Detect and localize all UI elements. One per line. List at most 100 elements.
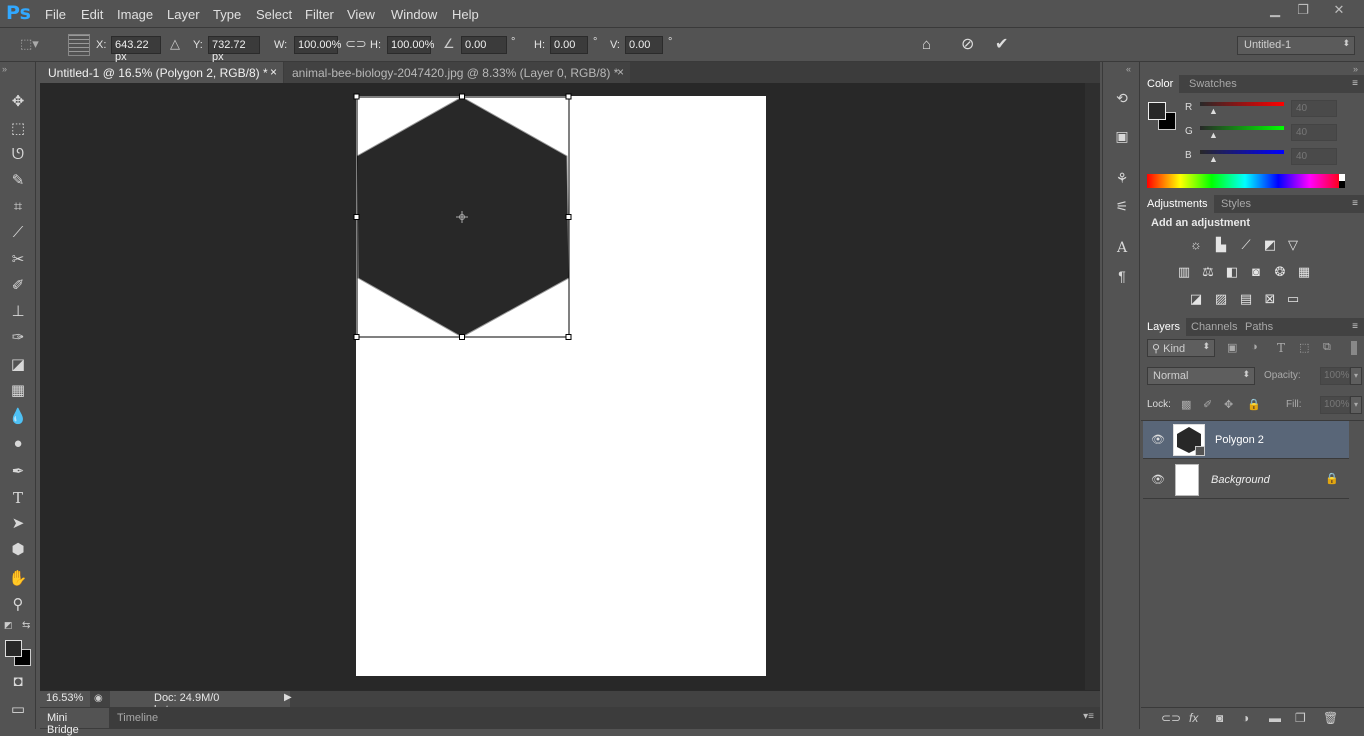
eyedropper-tool-icon[interactable]: ⟋ xyxy=(8,223,28,243)
healing-brush-tool-icon[interactable]: ✂ xyxy=(8,250,28,270)
workspace-select[interactable]: Untitled-1 ⬍ xyxy=(1237,36,1355,55)
color-spectrum-bar[interactable] xyxy=(1147,174,1343,188)
posterize-icon[interactable]: ▨ xyxy=(1212,291,1230,307)
vertical-scrollbar[interactable] xyxy=(1085,83,1100,690)
warp-icon[interactable]: ⌂ xyxy=(922,36,931,53)
menu-layer[interactable]: Layer xyxy=(167,7,200,22)
type-tool-icon[interactable]: T xyxy=(8,488,28,508)
lasso-tool-icon[interactable]: ᘎ xyxy=(8,145,28,165)
screen-mode-icon[interactable]: ▭ xyxy=(8,700,28,720)
exposure-icon[interactable]: ◩ xyxy=(1261,237,1279,253)
vibrance-icon[interactable]: ▽ xyxy=(1284,237,1302,253)
gradient-tool-icon[interactable]: ▦ xyxy=(8,381,28,401)
spectrum-white-swatch[interactable] xyxy=(1339,174,1345,181)
tab-swatches[interactable]: Swatches xyxy=(1183,75,1243,93)
move-tool-icon[interactable]: ✥ xyxy=(8,92,28,112)
pen-tool-icon[interactable]: ✒ xyxy=(8,462,28,482)
tab-styles[interactable]: Styles xyxy=(1215,195,1257,213)
restore-icon[interactable]: ❐ xyxy=(1290,2,1316,18)
brush-presets-panel-icon[interactable]: ⚘ xyxy=(1113,170,1131,188)
swap-colors-icon[interactable]: ⇆ xyxy=(22,620,30,631)
canvas-area[interactable] xyxy=(40,83,1085,690)
zoom-tool-icon[interactable]: ⚲ xyxy=(8,595,28,615)
menu-type[interactable]: Type xyxy=(213,7,241,22)
threshold-icon[interactable]: ▤ xyxy=(1237,291,1255,307)
close-tab-icon[interactable]: × xyxy=(617,65,624,79)
color-panel-menu-icon[interactable]: ≡ xyxy=(1352,78,1358,89)
history-panel-icon[interactable]: ⟲ xyxy=(1113,90,1131,108)
tab-layers[interactable]: Layers xyxy=(1141,318,1187,336)
lock-all-icon[interactable]: 🔒 xyxy=(1247,398,1261,411)
gradient-map-icon[interactable]: ▭ xyxy=(1284,291,1302,307)
zoom-level[interactable]: 16.53% xyxy=(40,691,90,707)
layer-style-icon[interactable]: fx xyxy=(1189,711,1198,725)
fill-dropdown-icon[interactable]: ▾ xyxy=(1350,396,1362,414)
tab-timeline[interactable]: Timeline xyxy=(110,708,165,728)
layer-row-background[interactable]: 👁 Background 🔒 xyxy=(1143,461,1349,499)
cancel-transform-icon[interactable]: ⊘ xyxy=(961,34,974,54)
close-icon[interactable]: ✕ xyxy=(1325,2,1353,18)
layer-visibility-eye-icon[interactable]: 👁 xyxy=(1151,473,1165,486)
opacity-dropdown-icon[interactable]: ▾ xyxy=(1350,367,1362,385)
layer-visibility-eye-icon[interactable]: 👁 xyxy=(1151,433,1165,446)
filter-adjustment-icon[interactable]: ◑ xyxy=(1251,341,1258,353)
lock-position-icon[interactable]: ✥ xyxy=(1224,398,1233,411)
filter-toggle[interactable] xyxy=(1351,341,1357,355)
foreground-color-swatch[interactable] xyxy=(5,640,22,657)
invert-icon[interactable]: ◪ xyxy=(1187,291,1205,307)
lock-transparent-icon[interactable]: ▩ xyxy=(1181,398,1191,411)
paragraph-panel-icon[interactable]: ¶ xyxy=(1113,268,1131,286)
menu-select[interactable]: Select xyxy=(256,7,292,22)
levels-icon[interactable]: ▙ xyxy=(1212,237,1230,253)
crop-tool-icon[interactable]: ⌗ xyxy=(8,197,28,217)
tab-animal-bee-biology[interactable]: animal-bee-biology-2047420.jpg @ 8.33% (… xyxy=(284,62,630,83)
clone-stamp-tool-icon[interactable]: ⊥ xyxy=(8,302,28,322)
tab-mini-bridge[interactable]: Mini Bridge xyxy=(40,708,109,736)
color-foreground-swatch[interactable] xyxy=(1148,102,1166,120)
expand-panels-icon[interactable]: « xyxy=(1126,64,1131,74)
add-mask-icon[interactable]: ◙ xyxy=(1216,711,1223,725)
path-selection-tool-icon[interactable]: ➤ xyxy=(8,514,28,534)
link-layers-icon[interactable]: ⊂⊃ xyxy=(1161,711,1181,725)
h-skew-field[interactable]: 0.00 xyxy=(550,36,588,54)
quick-selection-tool-icon[interactable]: ✎ xyxy=(8,171,28,191)
y-field[interactable]: 732.72 px xyxy=(208,36,260,63)
menu-window[interactable]: Window xyxy=(391,7,437,22)
character-panel-icon[interactable]: A xyxy=(1113,240,1131,258)
brush-tool-icon[interactable]: ✐ xyxy=(8,276,28,296)
curves-icon[interactable]: ⟋ xyxy=(1237,237,1255,253)
status-menu-arrow-icon[interactable]: ▶ xyxy=(284,692,292,703)
w-field[interactable]: 100.00% xyxy=(294,36,341,54)
minimize-icon[interactable]: ▁ xyxy=(1262,2,1288,18)
tab-channels[interactable]: Channels xyxy=(1185,318,1243,336)
move-tool-preset-icon[interactable]: ⬚▾ xyxy=(20,36,42,54)
hue-saturation-icon[interactable]: ▥ xyxy=(1175,264,1193,280)
color-balance-icon[interactable]: ⚖ xyxy=(1199,264,1217,280)
menu-view[interactable]: View xyxy=(347,7,375,22)
tab-adjustments[interactable]: Adjustments xyxy=(1141,195,1214,213)
h-field[interactable]: 100.00% xyxy=(387,36,434,54)
tab-untitled-1[interactable]: Untitled-1 @ 16.5% (Polygon 2, RGB/8) * … xyxy=(40,62,283,83)
b-value-field[interactable]: 40 xyxy=(1291,148,1337,165)
reference-point-icon[interactable] xyxy=(68,34,90,56)
panel-menu-icon[interactable]: ▾≡ xyxy=(1083,711,1094,722)
g-slider-handle-icon[interactable]: ▲ xyxy=(1209,130,1218,140)
brush-panel-icon[interactable]: ⚟ xyxy=(1113,198,1131,216)
menu-edit[interactable]: Edit xyxy=(81,7,103,22)
document-canvas[interactable] xyxy=(40,83,1085,690)
polygon-tool-icon[interactable]: ⬢ xyxy=(8,540,28,560)
menu-file[interactable]: File xyxy=(45,7,66,22)
eraser-tool-icon[interactable]: ◪ xyxy=(8,355,28,375)
opacity-field[interactable]: 100% xyxy=(1320,367,1350,385)
dodge-tool-icon[interactable]: ● xyxy=(8,434,28,454)
black-white-icon[interactable]: ◧ xyxy=(1223,264,1241,280)
channel-mixer-icon[interactable]: ❂ xyxy=(1271,264,1289,280)
delete-layer-icon[interactable]: 🗑 xyxy=(1323,711,1338,725)
filter-smart-object-icon[interactable]: ⧉ xyxy=(1323,341,1331,354)
selective-color-icon[interactable]: ⊠ xyxy=(1261,291,1279,307)
blend-mode-select[interactable]: Normal ⬍ xyxy=(1147,367,1255,385)
layer-filter-kind-select[interactable]: ⚲ Kind ⬍ xyxy=(1147,339,1215,357)
properties-panel-icon[interactable]: ▣ xyxy=(1113,128,1131,146)
photo-filter-icon[interactable]: ◙ xyxy=(1247,264,1265,280)
menu-image[interactable]: Image xyxy=(117,7,153,22)
